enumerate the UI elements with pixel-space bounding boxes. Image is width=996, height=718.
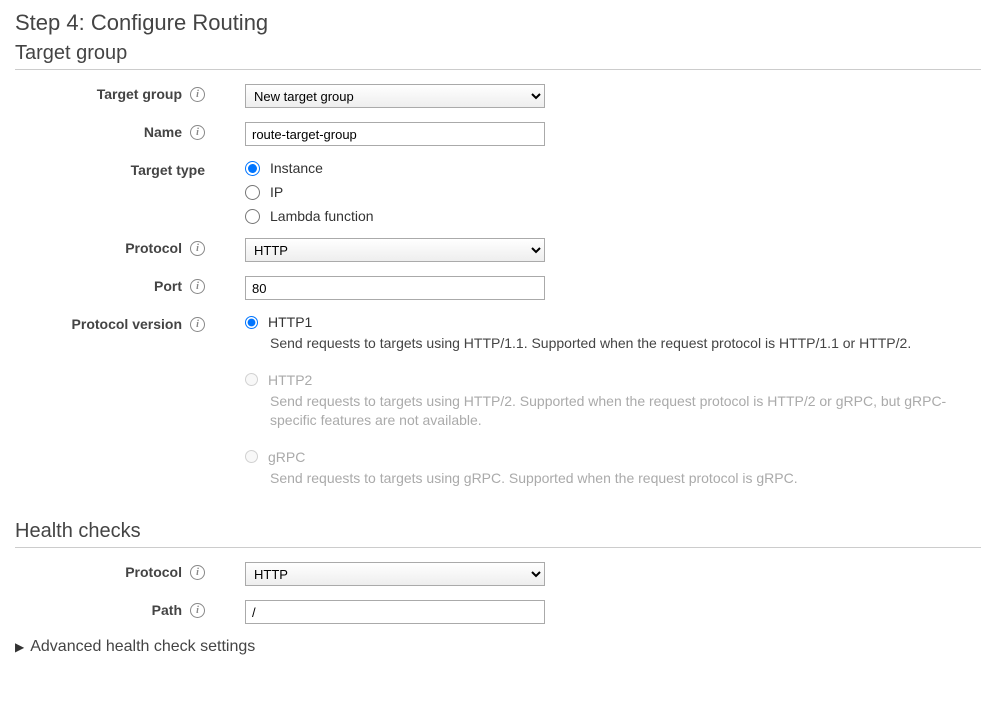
label-protocol-version: Protocol version bbox=[72, 316, 182, 332]
name-input[interactable] bbox=[245, 122, 545, 146]
desc-http1: Send requests to targets using HTTP/1.1.… bbox=[270, 334, 970, 354]
port-input[interactable] bbox=[245, 276, 545, 300]
hc-protocol-select[interactable]: HTTP bbox=[245, 562, 545, 586]
row-protocol: Protocol i HTTP bbox=[15, 238, 981, 262]
advanced-health-check-toggle[interactable]: ▶ Advanced health check settings bbox=[15, 638, 981, 656]
row-target-type: Target type Instance IP Lambda function bbox=[15, 160, 981, 224]
radio-target-type-lambda[interactable]: Lambda function bbox=[245, 208, 981, 224]
radio-label-instance: Instance bbox=[270, 160, 323, 176]
radio-protocol-version-grpc bbox=[245, 450, 258, 463]
section-title-health-checks: Health checks bbox=[15, 520, 981, 548]
label-hc-path: Path bbox=[152, 602, 182, 618]
row-hc-protocol: Protocol i HTTP bbox=[15, 562, 981, 586]
section-title-target-group: Target group bbox=[15, 42, 981, 70]
desc-http2: Send requests to targets using HTTP/2. S… bbox=[270, 392, 970, 431]
label-port: Port bbox=[154, 278, 182, 294]
radio-protocol-version-http2 bbox=[245, 373, 258, 386]
step-title: Step 4: Configure Routing bbox=[15, 10, 981, 36]
protocol-select[interactable]: HTTP bbox=[245, 238, 545, 262]
info-icon[interactable]: i bbox=[190, 279, 205, 294]
radio-label-http2: HTTP2 bbox=[268, 372, 312, 388]
info-icon[interactable]: i bbox=[190, 565, 205, 580]
radio-protocol-version-http1[interactable] bbox=[245, 316, 258, 329]
hc-path-input[interactable] bbox=[245, 600, 545, 624]
row-target-group: Target group i New target group bbox=[15, 84, 981, 108]
label-target-type: Target type bbox=[131, 162, 205, 178]
radio-target-type-instance[interactable]: Instance bbox=[245, 160, 981, 176]
info-icon[interactable]: i bbox=[190, 87, 205, 102]
radio-input-ip[interactable] bbox=[245, 185, 260, 200]
label-name: Name bbox=[144, 124, 182, 140]
radio-label-ip: IP bbox=[270, 184, 283, 200]
radio-label-grpc: gRPC bbox=[268, 449, 305, 465]
row-hc-path: Path i bbox=[15, 600, 981, 624]
caret-right-icon: ▶ bbox=[15, 640, 24, 654]
row-name: Name i bbox=[15, 122, 981, 146]
label-protocol: Protocol bbox=[125, 240, 182, 256]
target-group-select[interactable]: New target group bbox=[245, 84, 545, 108]
info-icon[interactable]: i bbox=[190, 241, 205, 256]
radio-label-http1: HTTP1 bbox=[268, 314, 312, 330]
radio-label-lambda: Lambda function bbox=[270, 208, 374, 224]
label-hc-protocol: Protocol bbox=[125, 564, 182, 580]
info-icon[interactable]: i bbox=[190, 317, 205, 332]
advanced-label: Advanced health check settings bbox=[30, 638, 255, 656]
label-target-group: Target group bbox=[97, 86, 182, 102]
row-port: Port i bbox=[15, 276, 981, 300]
radio-input-lambda[interactable] bbox=[245, 209, 260, 224]
info-icon[interactable]: i bbox=[190, 125, 205, 140]
desc-grpc: Send requests to targets using gRPC. Sup… bbox=[270, 469, 970, 489]
radio-input-instance[interactable] bbox=[245, 161, 260, 176]
info-icon[interactable]: i bbox=[190, 603, 205, 618]
radio-target-type-ip[interactable]: IP bbox=[245, 184, 981, 200]
row-protocol-version: Protocol version i HTTP1 Send requests t… bbox=[15, 314, 981, 506]
